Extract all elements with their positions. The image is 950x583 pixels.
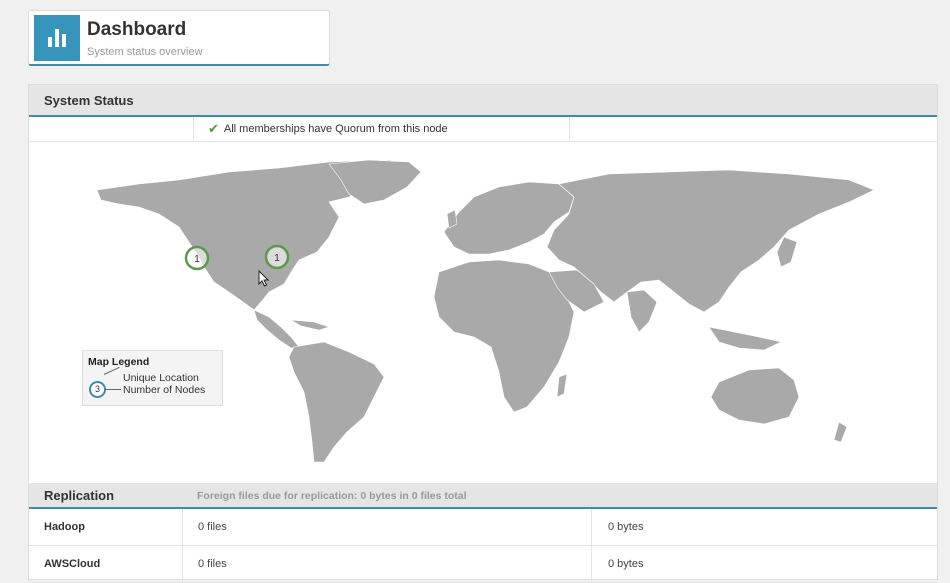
map-legend: Map Legend 3 Unique Location Number of N… [82,350,223,406]
legend-unique-location: Unique Location [123,372,199,384]
new-zealand [833,421,848,443]
quorum-status: ✔ All memberships have Quorum from this … [193,117,570,141]
caribbean [290,319,330,331]
quorum-row: ✔ All memberships have Quorum from this … [29,117,937,142]
quorum-message: All memberships have Quorum from this no… [223,123,448,135]
replication-files: 0 files [198,521,227,533]
table-row[interactable]: AWSCloud 0 files 0 bytes [29,546,937,583]
india [626,289,658,333]
legend-sample-marker: 3 [89,381,106,398]
madagascar [556,373,568,398]
system-status-header: System Status [29,85,937,117]
central-america [253,309,300,349]
legend-number-of-nodes: Number of Nodes [123,384,206,396]
africa [433,259,575,413]
dashboard-header: Dashboard System status overview [28,10,330,66]
legend-connector-top [103,366,120,375]
replication-table: Hadoop 0 files 0 bytes AWSCloud 0 files … [29,509,937,583]
southeast-asia [708,326,782,351]
replication-bytes: 0 bytes [608,558,644,570]
world-map-svg: 1 1 [96,159,875,463]
page-subtitle: System status overview [87,46,203,58]
world-map[interactable]: 1 1 Map Legend 3 Unique Location Number … [29,142,937,482]
replication-bytes: 0 bytes [608,521,644,533]
page-title: Dashboard [87,19,187,40]
replication-name: AWSCloud [44,558,101,570]
replication-title: Replication [44,488,115,503]
replication-files-cell: 0 files [182,509,592,545]
table-row[interactable]: Hadoop 0 files 0 bytes [29,509,937,546]
marker-west-label: 1 [194,254,200,265]
mouse-cursor-icon [258,270,270,287]
legend-connector-bottom [105,389,121,390]
system-status-title: System Status [44,92,134,108]
replication-files-cell: 0 files [182,546,592,582]
map-marker-west[interactable]: 1 [184,245,210,271]
replication-name: Hadoop [44,521,85,533]
system-status-panel: System Status ✔ All memberships have Quo… [28,84,938,583]
check-icon: ✔ [208,121,219,136]
marker-east-label: 1 [274,253,280,264]
australia [710,367,800,425]
replication-files: 0 files [198,558,227,570]
map-marker-east[interactable]: 1 [264,244,290,270]
bar-chart-icon [34,15,80,61]
japan [776,236,798,268]
replication-info: Foreign files due for replication: 0 byt… [197,490,467,502]
south-america [288,341,385,463]
replication-header: Replication Foreign files due for replic… [29,483,937,509]
